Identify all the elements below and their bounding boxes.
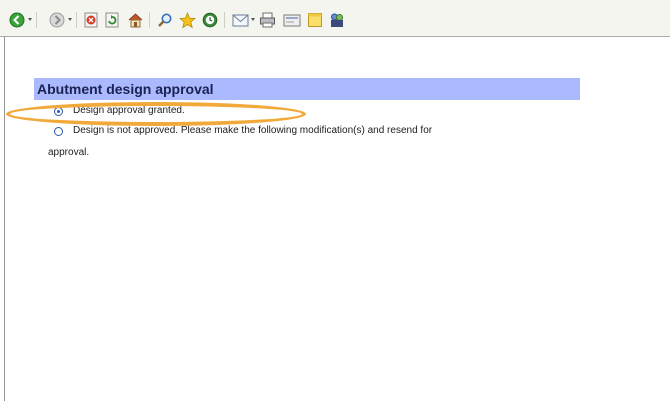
mail-dropdown-icon[interactable]	[251, 18, 255, 21]
history-icon[interactable]	[201, 11, 218, 29]
section-header: Abutment design approval	[34, 78, 580, 100]
mail-icon[interactable]	[231, 11, 249, 29]
print-icon[interactable]	[259, 11, 276, 29]
edit-icon[interactable]	[282, 11, 301, 29]
home-icon[interactable]	[126, 11, 144, 29]
not-approved-radio[interactable]	[54, 127, 63, 136]
toolbar-divider	[0, 36, 670, 37]
messenger-icon[interactable]	[328, 11, 345, 29]
section-title: Abutment design approval	[37, 81, 214, 97]
highlight-annotation-ellipse	[6, 102, 306, 126]
back-dropdown-icon[interactable]	[28, 18, 32, 21]
search-icon[interactable]	[156, 11, 173, 29]
toolbar-separator	[149, 12, 150, 28]
forward-dropdown-icon[interactable]	[68, 18, 72, 21]
discuss-icon[interactable]	[306, 11, 323, 29]
toolbar-separator	[36, 12, 37, 28]
refresh-icon[interactable]	[104, 11, 120, 29]
toolbar-separator	[76, 12, 77, 28]
browser-toolbar	[0, 0, 670, 37]
stop-icon[interactable]	[83, 11, 99, 29]
content-left-border	[4, 36, 5, 401]
favorites-icon[interactable]	[178, 11, 196, 29]
toolbar-separator	[224, 12, 225, 28]
not-approved-label-continued[interactable]: approval.	[48, 146, 89, 160]
back-icon[interactable]	[9, 11, 25, 29]
forward-icon[interactable]	[49, 11, 65, 29]
not-approved-label[interactable]: Design is not approved. Please make the …	[73, 124, 432, 138]
